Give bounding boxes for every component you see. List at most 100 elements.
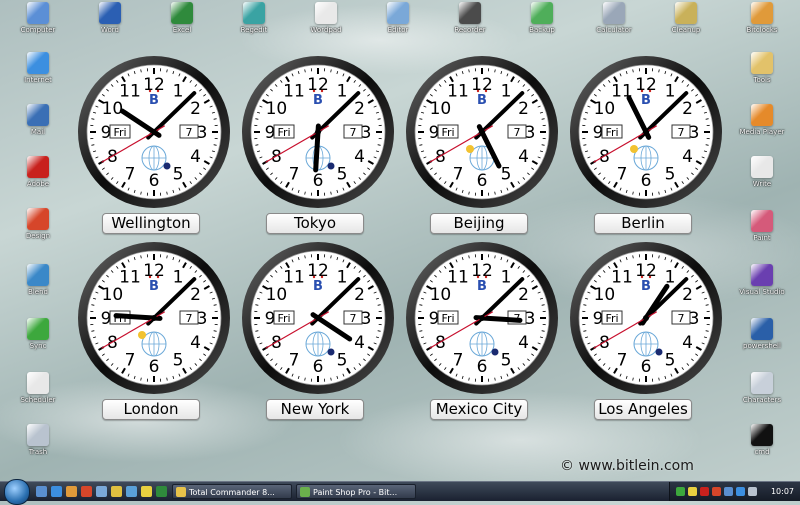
clock-wellington[interactable]: 121234567891011BFri7 xyxy=(76,54,232,210)
backup-icon xyxy=(531,2,553,24)
desktop-icon-label: Design xyxy=(8,232,68,240)
clock-numeral: 5 xyxy=(501,351,512,371)
desktop-icon-blend[interactable]: Blend xyxy=(8,264,68,296)
desktop-icon-editor[interactable]: Editor xyxy=(368,2,428,34)
desktop-icon-recorder[interactable]: Recorder xyxy=(440,2,500,34)
desktop-icon-media-player[interactable]: Media Player xyxy=(732,104,792,136)
desktop-icon-backup[interactable]: Backup xyxy=(512,2,572,34)
desktop-icon-calculator[interactable]: Calculator xyxy=(584,2,644,34)
desktop-icon-paint[interactable]: Paint xyxy=(732,210,792,242)
start-button[interactable] xyxy=(4,479,30,505)
folder-icon[interactable] xyxy=(111,486,122,497)
clock-numeral: 4 xyxy=(354,333,365,353)
visual-studio-icon xyxy=(751,264,773,286)
clock-numeral: 6 xyxy=(149,171,160,191)
clock-brand-logo: B xyxy=(477,93,487,108)
internet-icon[interactable] xyxy=(51,486,62,497)
task-paint-shop-pro[interactable]: Paint Shop Pro - Bit... xyxy=(296,484,416,499)
clock-numeral: 1 xyxy=(337,81,348,101)
show-desktop-icon[interactable] xyxy=(36,486,47,497)
clock-tokyo[interactable]: 121234567891011BFri7 xyxy=(240,54,396,210)
smiley-icon[interactable] xyxy=(141,486,152,497)
desktop-icon-internet[interactable]: Internet xyxy=(8,52,68,84)
clock-numeral: 12 xyxy=(307,75,329,95)
desktop-icon-label: cmd xyxy=(732,448,792,456)
day-label: Fri xyxy=(605,126,618,139)
clock-numeral: 12 xyxy=(635,261,657,281)
desktop-icon-label: Scheduler xyxy=(8,396,68,404)
date-label: 7 xyxy=(186,126,193,139)
desktop-icon-bitclocks[interactable]: Bitclocks xyxy=(732,2,792,34)
clock-numeral: 5 xyxy=(173,165,184,185)
desktop-icon-cleanup[interactable]: Cleanup xyxy=(656,2,716,34)
desktop-icon-mail[interactable]: Mail xyxy=(8,104,68,136)
tray-icon-4[interactable] xyxy=(712,487,721,496)
desktop-icon-characters[interactable]: Characters xyxy=(732,372,792,404)
desktop-icon-powershell[interactable]: powershell xyxy=(732,318,792,350)
clock-numeral: 1 xyxy=(337,267,348,287)
clock-numeral: 10 xyxy=(266,99,288,119)
clock-numeral: 6 xyxy=(149,357,160,377)
desktop-icon-write[interactable]: Write xyxy=(732,156,792,188)
desktop-icon-adobe[interactable]: Adobe xyxy=(8,156,68,188)
clock-numeral: 5 xyxy=(173,351,184,371)
desktop-icon-computer[interactable]: Computer xyxy=(8,2,68,34)
tray-icon-1[interactable] xyxy=(676,487,685,496)
network-icon[interactable] xyxy=(736,487,745,496)
clock-london[interactable]: 121234567891011BFri7 xyxy=(76,240,232,396)
tray-icon-2[interactable] xyxy=(688,487,697,496)
clock-beijing[interactable]: 121234567891011BFri7 xyxy=(404,54,560,210)
clock-mexico-city[interactable]: 121234567891011BFri7 xyxy=(404,240,560,396)
desktop-icon-cmd[interactable]: cmd xyxy=(732,424,792,456)
clock-numeral: 10 xyxy=(430,99,452,119)
clock-numeral: 5 xyxy=(665,351,676,371)
desktop-icon-label: Wordpad xyxy=(296,26,356,34)
desktop-icon-sync[interactable]: Sync xyxy=(8,318,68,350)
characters-icon xyxy=(751,372,773,394)
explorer-icon[interactable] xyxy=(96,486,107,497)
desktop-icon-regedit[interactable]: Regedit xyxy=(224,2,284,34)
desktop-icon-trash[interactable]: Trash xyxy=(8,424,68,456)
cmd-icon xyxy=(751,424,773,446)
desktop-icon-wordpad[interactable]: Wordpad xyxy=(296,2,356,34)
save-icon[interactable] xyxy=(126,486,137,497)
clock-numeral: 8 xyxy=(599,333,610,353)
clock-brand-dot xyxy=(649,90,651,92)
desktop-icon-tools[interactable]: Tools xyxy=(732,52,792,84)
day-label: Fri xyxy=(441,312,454,325)
date-label: 7 xyxy=(678,126,685,139)
clock-numeral: 6 xyxy=(477,171,488,191)
clock-numeral: 7 xyxy=(453,351,464,371)
clock-numeral: 6 xyxy=(641,357,652,377)
moon-icon xyxy=(328,349,335,356)
clock-center-cap xyxy=(479,129,485,135)
opera-icon[interactable] xyxy=(81,486,92,497)
desktop-icon-word[interactable]: Word xyxy=(80,2,140,34)
clock-berlin[interactable]: 121234567891011BFri7 xyxy=(568,54,724,210)
write-icon xyxy=(751,156,773,178)
task-total-commander[interactable]: Total Commander 8... xyxy=(172,484,292,499)
clock-brand-logo: B xyxy=(641,93,651,108)
clock-center-cap xyxy=(479,315,485,321)
regedit-icon xyxy=(243,2,265,24)
clock-los-angeles[interactable]: 121234567891011BFri7 xyxy=(568,240,724,396)
clock-numeral: 11 xyxy=(283,267,305,287)
clock-numeral: 5 xyxy=(501,165,512,185)
taskbar-clock[interactable]: 10:07 xyxy=(771,482,794,501)
firefox-icon[interactable] xyxy=(66,486,77,497)
city-label: Berlin xyxy=(594,213,692,234)
desktop-icon-visual-studio[interactable]: Visual Studio xyxy=(732,264,792,296)
desktop-icon-excel[interactable]: Excel xyxy=(152,2,212,34)
app-icon[interactable] xyxy=(156,486,167,497)
clock-numeral: 4 xyxy=(354,147,365,167)
volume-icon[interactable] xyxy=(748,487,757,496)
day-label: Fri xyxy=(277,312,290,325)
tray-icon-3[interactable] xyxy=(700,487,709,496)
desktop-icon-design[interactable]: Design xyxy=(8,208,68,240)
clock-new-york[interactable]: 121234567891011BFri7 xyxy=(240,240,396,396)
tray-icon-5[interactable] xyxy=(724,487,733,496)
clock-numeral: 8 xyxy=(107,147,118,167)
clock-numeral: 4 xyxy=(190,147,201,167)
desktop-icon-scheduler[interactable]: Scheduler xyxy=(8,372,68,404)
clock-brand-dot xyxy=(641,90,643,92)
